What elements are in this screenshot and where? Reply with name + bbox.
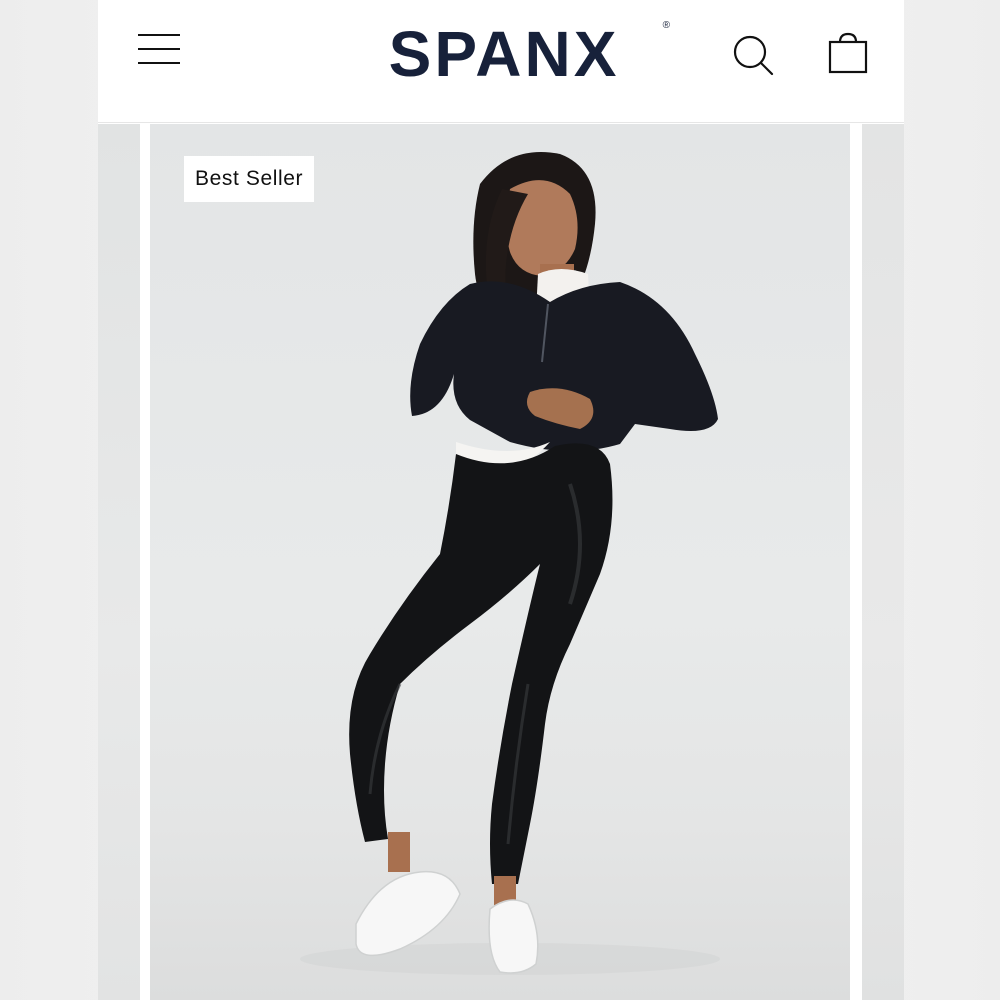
hamburger-menu-icon[interactable] — [138, 30, 182, 68]
product-image-slide[interactable]: Best Seller — [150, 124, 850, 1000]
site-header: SPANX ® — [98, 0, 904, 123]
shopping-bag-icon[interactable] — [828, 32, 870, 76]
brand-name: SPANX — [388, 18, 620, 90]
search-icon[interactable] — [732, 34, 776, 78]
previous-slide-peek[interactable] — [98, 124, 140, 1000]
product-carousel[interactable]: Best Seller — [98, 124, 904, 1000]
mobile-viewport: SPANX ® Best Seller — [98, 0, 904, 1000]
best-seller-badge: Best Seller — [184, 156, 315, 202]
product-photo — [300, 152, 720, 975]
registered-mark: ® — [662, 20, 670, 31]
next-slide-peek[interactable] — [862, 124, 904, 1000]
brand-logo[interactable]: SPANX ® — [334, 14, 674, 94]
